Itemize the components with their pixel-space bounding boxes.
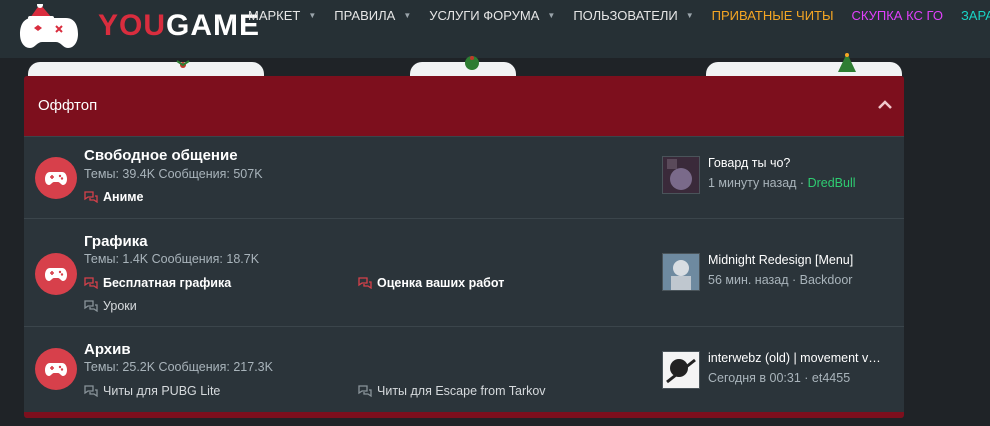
subforum-link[interactable]: Оценка ваших работ [358,276,504,290]
holly-decoration-icon [176,60,190,68]
last-post-time[interactable]: Сегодня в 00:31 [708,371,801,385]
last-post-meta: 56 мин. назад · Backdoor [708,273,852,287]
forum-category: Оффтоп Свободное общение Темы: 39.4K Соо… [24,76,904,418]
last-post-title[interactable]: Говард ты чо? [708,156,894,170]
last-post-meta: 1 минуту назад · DredBull [708,176,856,190]
subforum-link[interactable]: Уроки [84,299,137,313]
last-post-meta: Сегодня в 00:31 · et4455 [708,371,850,385]
chat-bubbles-read-icon [358,385,372,397]
wreath-decoration-icon [465,56,479,70]
chat-bubbles-unread-icon [84,277,98,289]
chat-bubbles-unread-icon [84,191,98,203]
gamepad-icon [45,268,67,281]
last-post-user[interactable]: DredBull [808,176,856,190]
last-post-title[interactable]: interwebz (old) | movement v… [708,351,894,365]
logo-wordmark: YOUGAME [98,9,261,42]
subforum-link[interactable]: Читы для PUBG Lite [84,384,220,398]
last-post: interwebz (old) | movement v… Сегодня в … [662,351,902,389]
last-post-time[interactable]: 1 минуту назад [708,176,796,190]
node-stats: Темы: 1.4K Сообщения: 18.7K [84,252,260,266]
nav-item-market[interactable]: МАРКЕТ ▼ [248,8,316,23]
subforum-label: Читы для Escape from Tarkov [377,384,546,398]
subforum-link[interactable]: Читы для Escape from Tarkov [358,384,546,398]
nav-item-forum-services[interactable]: УСЛУГИ ФОРУМА ▼ [429,8,555,23]
tree-decoration-icon [838,53,856,72]
last-post-user[interactable]: Backdoor [800,273,853,287]
last-post-time[interactable]: 56 мин. назад [708,273,789,287]
last-post-user[interactable]: et4455 [812,371,850,385]
category-title[interactable]: Оффтоп [38,97,97,114]
top-navigation-bar: YOUGAME МАРКЕТ ▼ ПРАВИЛА ▼ УСЛУГИ ФОРУМА ▼ … [0,0,990,58]
node-stats: Темы: 25.2K Сообщения: 217.3K [84,360,273,374]
node-stats: Темы: 39.4K Сообщения: 507K [84,167,263,181]
gamepad-logo-icon [20,4,78,48]
forum-node-icon [35,348,77,390]
subforum-label: Оценка ваших работ [377,276,505,290]
avatar[interactable] [662,156,700,194]
forum-node: Графика Темы: 1.4K Сообщения: 18.7K Бесп… [24,218,904,327]
nav-item-rules[interactable]: ПРАВИЛА ▼ [334,8,411,23]
site-logo[interactable]: YOUGAME [14,0,259,58]
last-post: Говард ты чо? 1 минуту назад · DredBull [662,156,902,194]
snow-decoration [28,62,264,76]
caret-down-icon: ▼ [403,10,412,20]
gamepad-icon [45,363,67,376]
forum-node-icon [35,253,77,295]
node-title[interactable]: Архив [84,341,131,358]
chat-bubbles-read-icon [84,385,98,397]
chevron-up-icon[interactable] [876,96,894,114]
category-footer [24,412,904,418]
avatar[interactable] [662,351,700,389]
forum-node-icon [35,157,77,199]
separator: · [791,273,797,287]
last-post-title[interactable]: Midnight Redesign [Menu] [708,253,894,267]
node-title[interactable]: Свободное общение [84,147,238,164]
subforum-label: Читы для PUBG Lite [103,384,221,398]
caret-down-icon: ▼ [308,10,317,20]
forum-node: Свободное общение Темы: 39.4K Сообщения:… [24,136,904,219]
subforum-label: Бесплатная графика [103,276,232,290]
subforum-label: Аниме [103,190,144,204]
chat-bubbles-unread-icon [358,277,372,289]
caret-down-icon: ▼ [547,10,556,20]
avatar[interactable] [662,253,700,291]
gamepad-icon [45,172,67,185]
node-title[interactable]: Графика [84,233,148,250]
snow-decoration [706,62,902,76]
chat-bubbles-read-icon [84,300,98,312]
separator: · [804,371,809,385]
main-nav: МАРКЕТ ▼ ПРАВИЛА ▼ УСЛУГИ ФОРУМА ▼ ПОЛЬЗОВА… [248,0,990,30]
nav-item-csgo-buy[interactable]: СКУПКА КС ГО [852,8,943,23]
subforum-link[interactable]: Бесплатная графика [84,276,231,290]
category-header[interactable]: Оффтоп [24,76,904,136]
nav-item-users[interactable]: ПОЛЬЗОВАТЕЛИ ▼ [573,8,693,23]
caret-down-icon: ▼ [685,10,694,20]
last-post: Midnight Redesign [Menu] 56 мин. назад ·… [662,253,902,291]
separator: · [799,176,805,190]
nav-item-earn[interactable]: ЗАРАБ [961,8,990,23]
subforum-label: Уроки [103,299,137,313]
forum-node: Архив Темы: 25.2K Сообщения: 217.3K Читы… [24,326,904,413]
subforum-link[interactable]: Аниме [84,190,143,204]
nav-item-private-cheats[interactable]: ПРИВАТНЫЕ ЧИТЫ [712,8,834,23]
